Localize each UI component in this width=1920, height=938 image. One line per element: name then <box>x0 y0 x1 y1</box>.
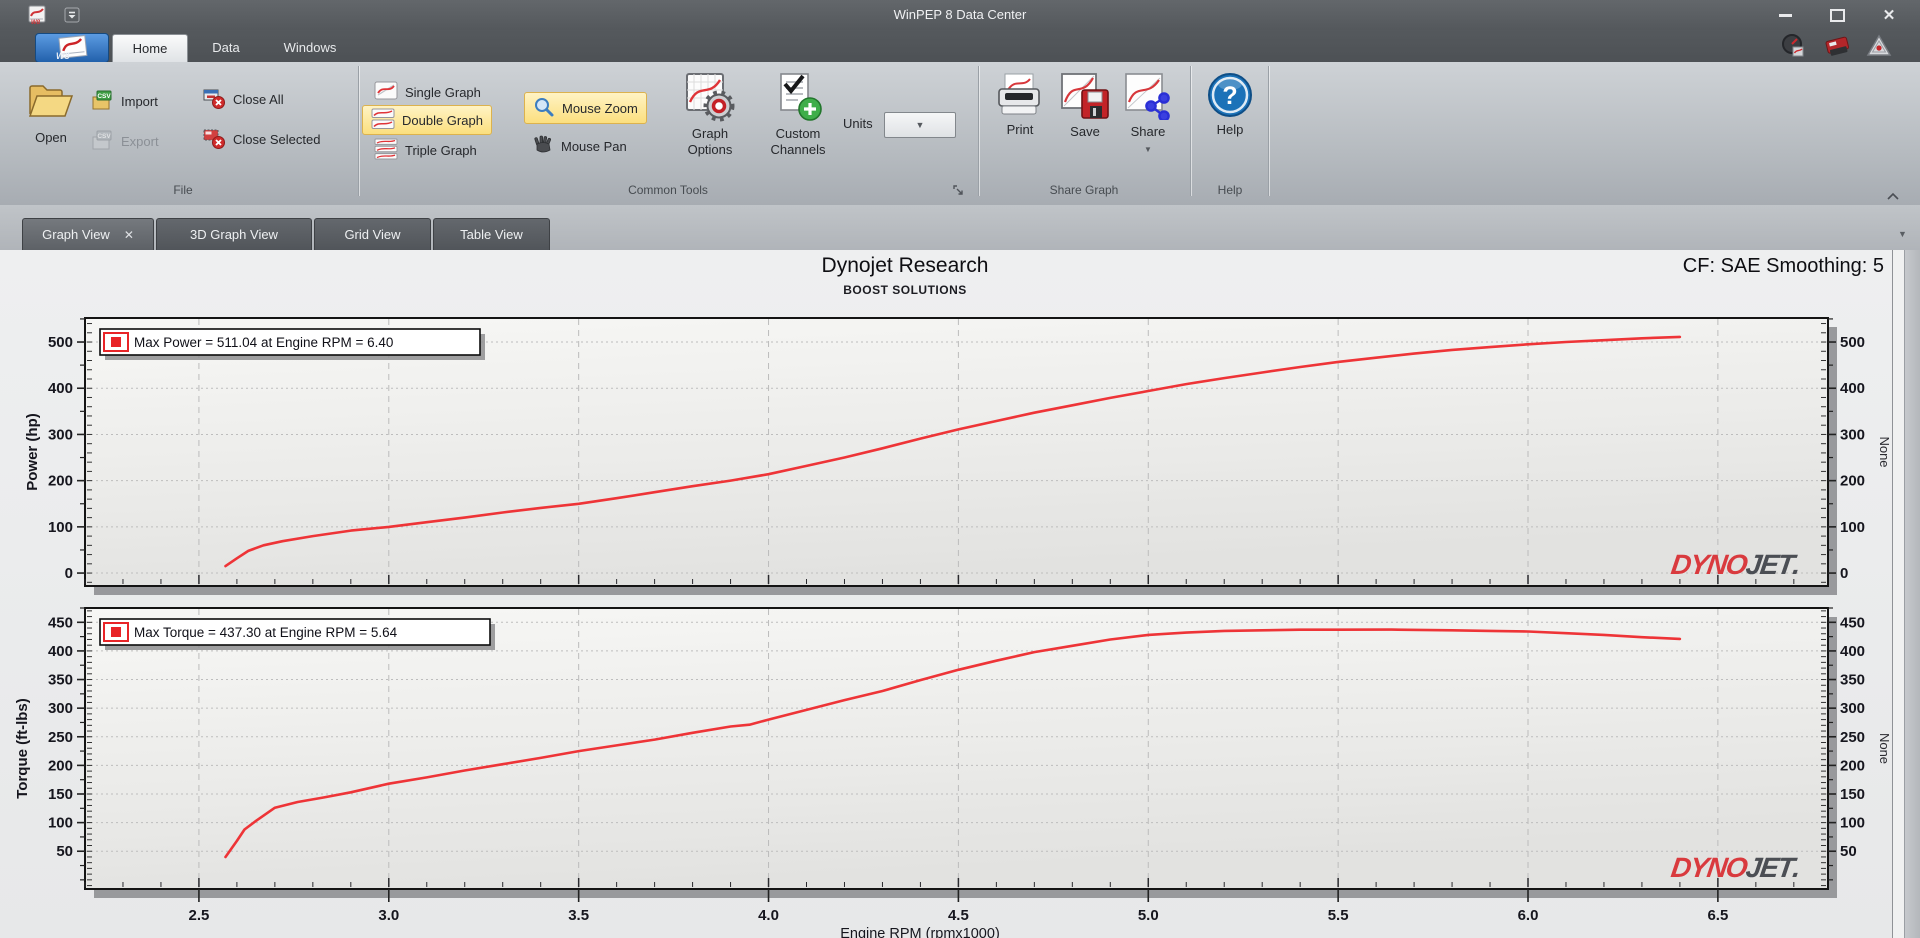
svg-text:200: 200 <box>1840 473 1865 490</box>
svg-text:50: 50 <box>56 843 73 860</box>
svg-text:5.0: 5.0 <box>1138 907 1159 924</box>
svg-text:250: 250 <box>1840 729 1865 746</box>
svg-text:None: None <box>1877 733 1892 764</box>
svg-text:Power (hp): Power (hp) <box>24 413 41 491</box>
svg-text:350: 350 <box>48 672 73 689</box>
svg-text:0: 0 <box>1840 565 1848 582</box>
svg-text:DYNOJET.: DYNOJET. <box>1669 549 1801 580</box>
svg-text:Max Power = 511.04 at Engine R: Max Power = 511.04 at Engine RPM = 6.40 <box>134 335 393 350</box>
svg-text:Torque (ft-lbs): Torque (ft-lbs) <box>14 698 31 799</box>
svg-text:5.5: 5.5 <box>1328 907 1349 924</box>
svg-text:350: 350 <box>1840 672 1865 689</box>
svg-text:300: 300 <box>1840 700 1865 717</box>
dyno-charts-canvas[interactable]: 0 0 100 100 200 200 300 300 400 400 500 500 Power (h… <box>0 0 1920 938</box>
svg-text:3.0: 3.0 <box>378 907 399 924</box>
svg-text:250: 250 <box>48 729 73 746</box>
svg-text:100: 100 <box>48 815 73 832</box>
svg-text:300: 300 <box>48 426 73 443</box>
svg-text:400: 400 <box>48 380 73 397</box>
svg-text:100: 100 <box>1840 815 1865 832</box>
svg-text:100: 100 <box>48 519 73 536</box>
svg-text:500: 500 <box>48 334 73 351</box>
svg-text:450: 450 <box>1840 614 1865 631</box>
svg-text:500: 500 <box>1840 334 1865 351</box>
svg-text:4.5: 4.5 <box>948 907 969 924</box>
svg-text:400: 400 <box>1840 643 1865 660</box>
svg-text:50: 50 <box>1840 843 1857 860</box>
svg-text:400: 400 <box>1840 380 1865 397</box>
svg-text:6.5: 6.5 <box>1707 907 1728 924</box>
svg-text:Engine RPM (rpmx1000): Engine RPM (rpmx1000) <box>840 926 1000 938</box>
svg-text:200: 200 <box>48 757 73 774</box>
svg-text:6.0: 6.0 <box>1518 907 1539 924</box>
svg-text:Max Torque = 437.30 at Engine: Max Torque = 437.30 at Engine RPM = 5.64 <box>134 625 398 640</box>
svg-text:200: 200 <box>1840 757 1865 774</box>
svg-text:None: None <box>1877 436 1892 467</box>
svg-text:150: 150 <box>1840 786 1865 803</box>
svg-text:450: 450 <box>48 614 73 631</box>
svg-text:300: 300 <box>1840 426 1865 443</box>
svg-text:DYNOJET.: DYNOJET. <box>1669 852 1801 883</box>
winpep-window: { "window": { "title": "WinPEP 8 Data Ce… <box>0 0 1920 938</box>
svg-text:4.0: 4.0 <box>758 907 779 924</box>
svg-text:150: 150 <box>48 786 73 803</box>
svg-text:3.5: 3.5 <box>568 907 589 924</box>
svg-text:300: 300 <box>48 700 73 717</box>
svg-text:200: 200 <box>48 473 73 490</box>
svg-text:100: 100 <box>1840 519 1865 536</box>
svg-text:400: 400 <box>48 643 73 660</box>
svg-text:2.5: 2.5 <box>188 907 209 924</box>
svg-text:0: 0 <box>65 565 73 582</box>
